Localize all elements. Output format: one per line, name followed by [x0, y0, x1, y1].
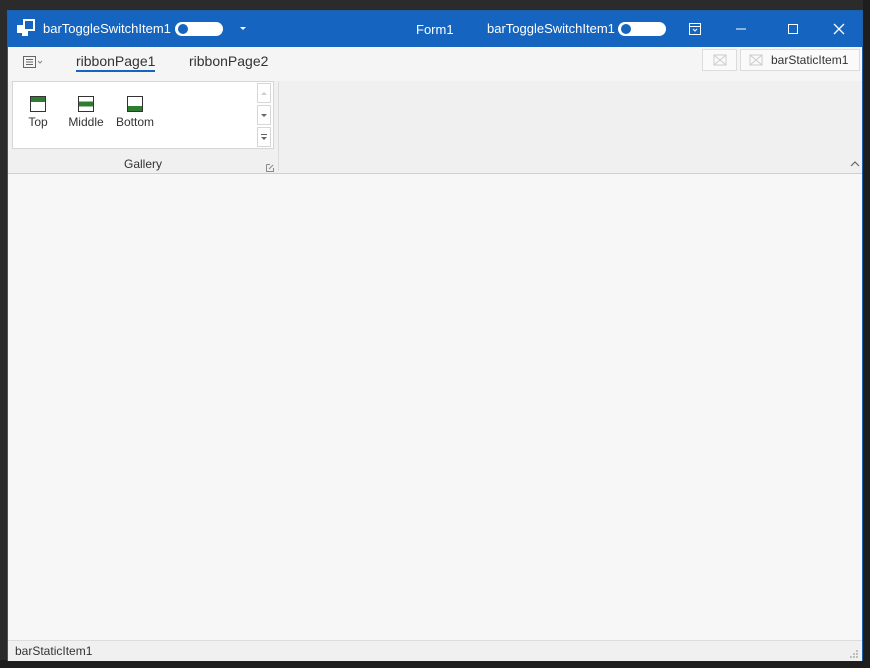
minimize-icon [736, 28, 746, 30]
application-menu-icon [23, 56, 43, 68]
gallery: Top Middle Bottom [12, 81, 274, 149]
status-bar: barStaticItem1 [8, 640, 862, 661]
gallery-scroll-up-button[interactable] [257, 83, 271, 103]
tab-ribbonpage1[interactable]: ribbonPage1 [76, 53, 156, 72]
align-bottom-icon [127, 96, 143, 112]
background-desktop-right [863, 0, 870, 668]
tab-ribbonpage2[interactable]: ribbonPage2 [189, 53, 268, 69]
ribbon-display-options-button[interactable] [672, 11, 718, 47]
maximize-button[interactable] [770, 11, 816, 47]
application-menu-button[interactable] [22, 55, 44, 69]
gallery-item-label: Top [28, 115, 48, 129]
gallery-item-label: Bottom [115, 115, 154, 129]
dropdown-icon [261, 134, 267, 140]
minimize-button[interactable] [718, 11, 764, 47]
form-client-area [8, 174, 862, 640]
collapse-ribbon-button[interactable] [850, 156, 860, 170]
chevron-up-icon [850, 161, 860, 167]
align-middle-icon [78, 96, 94, 112]
toggle-switch-label-right: barToggleSwitchItem1 [487, 21, 615, 36]
header-static-item-label: barStaticItem1 [771, 53, 849, 67]
ribbon-display-icon [689, 23, 701, 35]
gallery-item-bottom[interactable]: Bottom [115, 96, 155, 129]
image-placeholder-icon [713, 54, 726, 66]
app-icon [16, 19, 36, 39]
chevron-up-icon [261, 91, 267, 95]
image-placeholder-icon [749, 54, 763, 66]
gallery-scroll-down-button[interactable] [257, 105, 271, 125]
gallery-group-label: Gallery [123, 157, 162, 171]
close-icon [833, 23, 845, 35]
align-top-icon [30, 96, 46, 112]
toggle-knob [178, 24, 188, 34]
size-grip-icon[interactable] [849, 649, 859, 659]
toggle-switch-right[interactable] [618, 22, 666, 36]
header-static-item[interactable]: barStaticItem1 [740, 49, 860, 71]
form-window: barToggleSwitchItem1 Form1 barToggleSwit… [7, 10, 863, 661]
ribbon-tab-row: ribbonPage1 ribbonPage2 barStaticItem1 [8, 47, 862, 81]
close-button[interactable] [816, 11, 862, 47]
dialog-launcher-icon [266, 164, 274, 172]
ribbon-page-content: Top Middle Bottom Gallery [8, 81, 862, 174]
toggle-switch[interactable] [175, 22, 223, 36]
quick-access-dropdown[interactable] [238, 26, 248, 32]
background-desktop-bottom [0, 660, 870, 668]
group-separator [278, 81, 279, 171]
status-static-item: barStaticItem1 [15, 644, 93, 658]
title-bar[interactable]: barToggleSwitchItem1 Form1 barToggleSwit… [8, 11, 862, 47]
gallery-dropdown-button[interactable] [257, 127, 271, 147]
group-dialog-launcher[interactable] [266, 161, 274, 175]
maximize-icon [788, 24, 798, 34]
toggle-knob-right [621, 24, 631, 34]
header-icon-button[interactable] [702, 49, 737, 71]
chevron-down-icon [240, 27, 246, 30]
gallery-item-label: Middle [68, 115, 104, 129]
form-title: Form1 [416, 22, 454, 37]
gallery-item-top[interactable]: Top [18, 96, 58, 129]
toggle-switch-label: barToggleSwitchItem1 [43, 21, 171, 36]
gallery-item-middle[interactable]: Middle [66, 96, 106, 129]
chevron-down-icon [261, 113, 267, 117]
